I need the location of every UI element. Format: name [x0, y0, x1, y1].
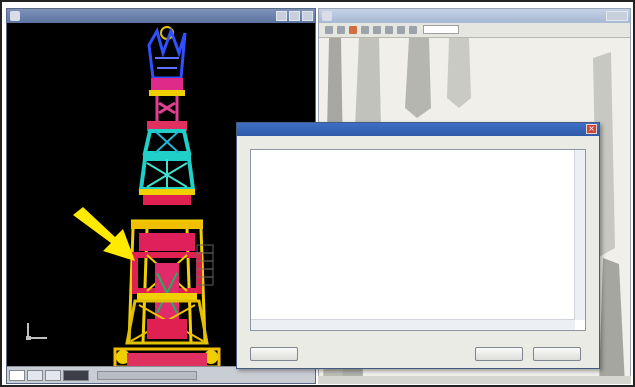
tower-spire: [147, 26, 187, 131]
minimize-button[interactable]: [276, 11, 287, 21]
toolbar-icon-8[interactable]: [409, 26, 417, 34]
zoom-icon[interactable]: [349, 26, 357, 34]
cancel-button[interactable]: [533, 347, 581, 361]
dialog-titlebar: ×: [237, 123, 599, 136]
info-dialog: ×: [236, 122, 600, 369]
tower-base: [113, 347, 221, 367]
back-icon[interactable]: [325, 26, 333, 34]
tab-layout-3[interactable]: [63, 370, 89, 381]
maximize-button[interactable]: [289, 11, 300, 21]
viewer-titlebar: [319, 9, 630, 23]
textarea-horizontal-scrollbar[interactable]: [251, 319, 575, 330]
rotate-icon[interactable]: [361, 26, 369, 34]
forward-icon[interactable]: [337, 26, 345, 34]
close-button[interactable]: [302, 11, 313, 21]
print-icon[interactable]: [373, 26, 381, 34]
horizontal-scrollbar[interactable]: [97, 371, 197, 380]
viewer-status-strip: [318, 376, 631, 384]
dialog-left-button[interactable]: [250, 347, 298, 361]
vertical-scrollbar[interactable]: [574, 150, 585, 320]
ucs-axes-icon: [26, 323, 47, 340]
viewer-toolbar: [319, 23, 630, 38]
toolbar-icon-6[interactable]: [385, 26, 393, 34]
viewer-app-icon: [322, 11, 332, 21]
tower-middle-tiers: [138, 129, 196, 205]
ok-button[interactable]: [475, 347, 523, 361]
toolbar-icon-7[interactable]: [397, 26, 405, 34]
tab-model[interactable]: [9, 370, 25, 381]
viewer-window-controls[interactable]: [606, 11, 628, 21]
tab-layout-2[interactable]: [45, 370, 61, 381]
autocad-icon: [10, 11, 20, 21]
tab-layout-1[interactable]: [27, 370, 43, 381]
zoom-field[interactable]: [423, 25, 459, 34]
info-textarea[interactable]: [250, 149, 586, 331]
yellow-arrow-icon: [73, 207, 135, 261]
dialog-close-button[interactable]: ×: [586, 124, 597, 134]
cad-titlebar: [7, 9, 315, 23]
